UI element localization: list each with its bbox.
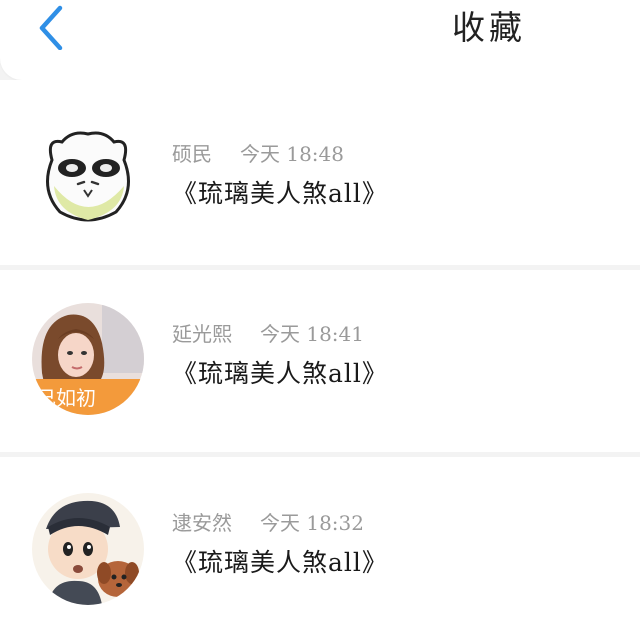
- author-name: 逮安然: [172, 511, 232, 535]
- favorite-item[interactable]: 硕民 今天 18:48 《琉璃美人煞all》: [0, 80, 640, 265]
- item-title: 《琉璃美人煞all》: [172, 179, 388, 208]
- item-time: 今天 18:41: [260, 322, 364, 346]
- favorite-item[interactable]: 己如初 延光熙 今天 18:41 《琉璃美人煞all》: [0, 270, 640, 452]
- item-meta: 逮安然 今天 18:32: [172, 507, 364, 536]
- item-time: 今天 18:48: [240, 142, 344, 166]
- item-meta: 延光熙 今天 18:41: [172, 318, 364, 347]
- item-title: 《琉璃美人煞all》: [172, 548, 388, 577]
- item-time: 今天 18:32: [260, 511, 364, 535]
- item-meta: 硕民 今天 18:48: [172, 138, 344, 167]
- cartoon-boy-dog-avatar: [32, 493, 144, 605]
- chevron-left-icon: [39, 5, 63, 51]
- navigation-bar: 收藏: [0, 0, 640, 80]
- cartoon-face-avatar: [32, 120, 144, 232]
- girl-photo-avatar: 己如初: [32, 303, 144, 415]
- author-name: 延光熙: [172, 322, 232, 346]
- favorite-item[interactable]: 逮安然 今天 18:32 《琉璃美人煞all》: [0, 457, 640, 639]
- favorites-list: 硕民 今天 18:48 《琉璃美人煞all》 己如初 延光熙 今天 18:41 《琉…: [0, 80, 640, 639]
- back-button[interactable]: [30, 4, 74, 51]
- avatar-caption: 己如初: [36, 386, 96, 410]
- author-name: 硕民: [172, 142, 212, 166]
- item-title: 《琉璃美人煞all》: [172, 359, 388, 388]
- page-title: 收藏: [452, 8, 526, 47]
